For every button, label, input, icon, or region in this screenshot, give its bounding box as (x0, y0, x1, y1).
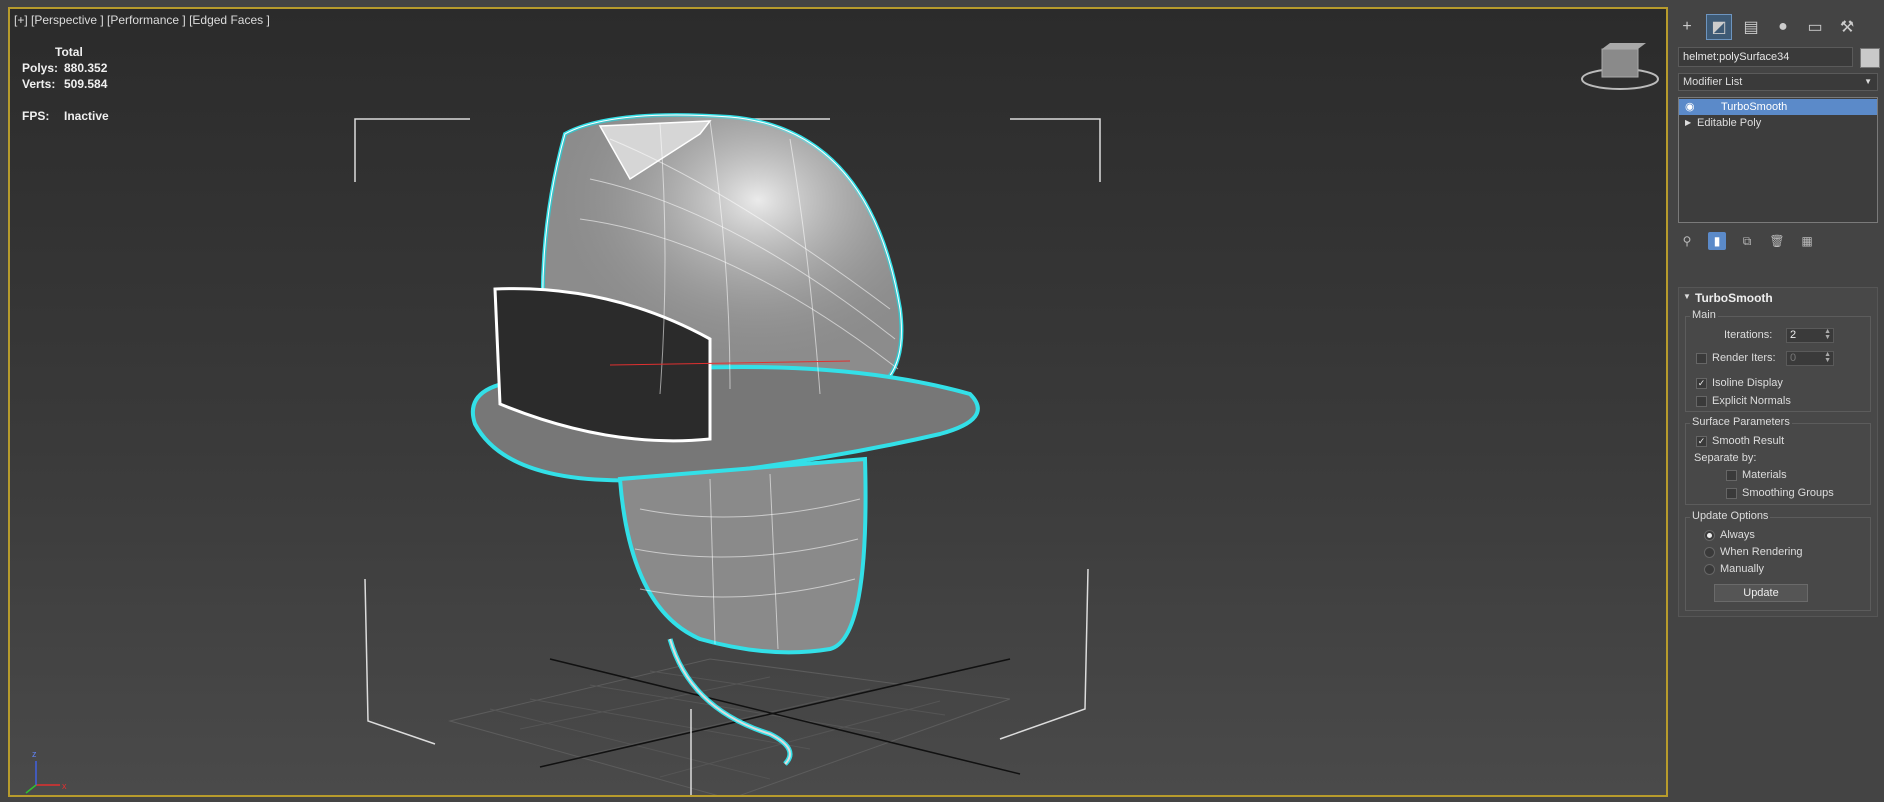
ground-grid (448, 658, 1011, 795)
render-iters-spinner[interactable]: 0 ▲ ▼ (1786, 351, 1834, 366)
isoline-display-checkbox[interactable]: ✓ (1696, 378, 1707, 389)
fps-label: FPS: (22, 109, 50, 123)
modifier-stack[interactable]: ◉ TurboSmooth ▶ Editable Poly (1678, 97, 1878, 223)
stack-item-editable-poly[interactable]: ▶ Editable Poly (1679, 115, 1877, 131)
smooth-result-label: Smooth Result (1712, 435, 1785, 447)
helmet-mesh[interactable] (471, 113, 980, 766)
separate-by-label: Separate by: (1694, 452, 1757, 464)
display-icon[interactable]: ▭ (1802, 14, 1828, 40)
surface-parameters-group: Surface Parameters ✓ Smooth Result Separ… (1685, 416, 1871, 505)
render-iters-checkbox[interactable] (1696, 353, 1707, 364)
polys-label: Polys: (22, 61, 59, 75)
update-options-title: Update Options (1690, 510, 1771, 522)
configure-modifier-sets-icon[interactable]: ▦ (1798, 232, 1816, 250)
isoline-display-label: Isoline Display (1712, 377, 1783, 389)
turbosmooth-rollout: ▼ TurboSmooth Main Iterations: 2 ▲ ▼ Rend… (1678, 287, 1878, 617)
iterations-spinner[interactable]: 2 ▲ ▼ (1786, 328, 1834, 343)
eye-icon[interactable]: ◉ (1685, 99, 1695, 115)
smooth-result-checkbox[interactable]: ✓ (1696, 436, 1707, 447)
fps-value: Inactive (64, 109, 109, 123)
rollout-title[interactable]: TurboSmooth (1695, 291, 1773, 305)
neck-flap[interactable] (617, 456, 868, 655)
spinner-arrows-icon[interactable]: ▲ ▼ (1824, 328, 1831, 341)
axis-tripod-icon (25, 761, 60, 794)
modify-icon[interactable]: ◩ (1706, 14, 1732, 40)
chevron-down-icon: ▼ (1864, 77, 1872, 86)
motion-icon[interactable]: ● (1770, 14, 1796, 40)
show-end-result-icon[interactable]: ▮ (1708, 232, 1726, 250)
stack-item-label: Editable Poly (1697, 117, 1762, 129)
utilities-icon[interactable]: ⚒ (1834, 14, 1860, 40)
smoothing-groups-label: Smoothing Groups (1742, 487, 1834, 499)
manually-label: Manually (1720, 563, 1765, 575)
explicit-normals-label: Explicit Normals (1712, 395, 1791, 407)
stack-tools: ⚲ ▮ ⧉ 🗑 ▦ (1678, 232, 1816, 250)
stack-item-label: TurboSmooth (1721, 101, 1788, 113)
manually-radio[interactable] (1704, 564, 1715, 575)
always-label: Always (1720, 529, 1755, 541)
axis-z-label: z (32, 749, 37, 759)
main-group-title: Main (1690, 309, 1718, 321)
stats-total-label: Total (55, 45, 83, 59)
stats-verts: Verts: 509.584 (22, 77, 142, 91)
render-iters-value: 0 (1790, 352, 1797, 364)
make-unique-icon[interactable]: ⧉ (1738, 232, 1756, 250)
verts-label: Verts: (22, 77, 56, 91)
update-options-group: Update Options Always When Rendering Man… (1685, 510, 1871, 611)
collapse-triangle-icon[interactable]: ▼ (1683, 292, 1691, 301)
explicit-normals-checkbox[interactable] (1696, 396, 1707, 407)
pin-stack-icon[interactable]: ⚲ (1678, 232, 1696, 250)
viewcube-icon[interactable] (1581, 43, 1659, 90)
polys-value: 880.352 (64, 61, 108, 75)
object-color-swatch[interactable] (1860, 48, 1880, 68)
modifier-list-dropdown[interactable]: Modifier List ▼ (1678, 73, 1878, 91)
smoothing-groups-checkbox[interactable] (1726, 488, 1737, 499)
command-panel-tabs: + ◩ ▤ ● ▭ ⚒ (1674, 14, 1860, 40)
expand-triangle-icon[interactable]: ▶ (1685, 115, 1691, 131)
perspective-viewport[interactable]: x z [+] [Perspective ] [Performance ] [E… (8, 7, 1668, 797)
materials-checkbox[interactable] (1726, 470, 1737, 481)
stack-item-turbosmooth[interactable]: ◉ TurboSmooth (1679, 99, 1877, 115)
iterations-label: Iterations: (1724, 329, 1773, 341)
when-rendering-label: When Rendering (1720, 546, 1803, 558)
hierarchy-icon[interactable]: ▤ (1738, 14, 1764, 40)
surface-parameters-title: Surface Parameters (1690, 416, 1792, 428)
viewport-label-menu[interactable]: [+] [Perspective ] [Performance ] [Edged… (14, 13, 270, 27)
remove-modifier-icon[interactable]: 🗑 (1768, 232, 1786, 250)
axis-x-label: x (62, 781, 67, 791)
materials-label: Materials (1742, 469, 1787, 481)
modifier-list-label: Modifier List (1683, 76, 1743, 88)
command-panel: + ◩ ▤ ● ▭ ⚒ Modifier List ▼ ◉ TurboSmoot… (1668, 0, 1884, 802)
stats-fps: FPS: Inactive (22, 109, 142, 123)
when-rendering-radio[interactable] (1704, 547, 1715, 558)
viewport-scene[interactable]: x z (10, 9, 1668, 797)
spinner-arrows-icon[interactable]: ▲ ▼ (1824, 351, 1831, 364)
create-icon[interactable]: + (1674, 14, 1700, 40)
iterations-value: 2 (1790, 329, 1797, 341)
render-iters-label: Render Iters: (1712, 352, 1776, 364)
update-button[interactable]: Update (1714, 584, 1808, 602)
verts-value: 509.584 (64, 77, 108, 91)
stats-polys: Polys: 880.352 (22, 61, 142, 75)
main-group: Main Iterations: 2 ▲ ▼ Render Iters: 0 ▲ ▼… (1685, 309, 1871, 412)
object-name-field[interactable] (1678, 47, 1853, 67)
grid-axis-y (549, 658, 1021, 775)
always-radio[interactable] (1704, 530, 1715, 541)
